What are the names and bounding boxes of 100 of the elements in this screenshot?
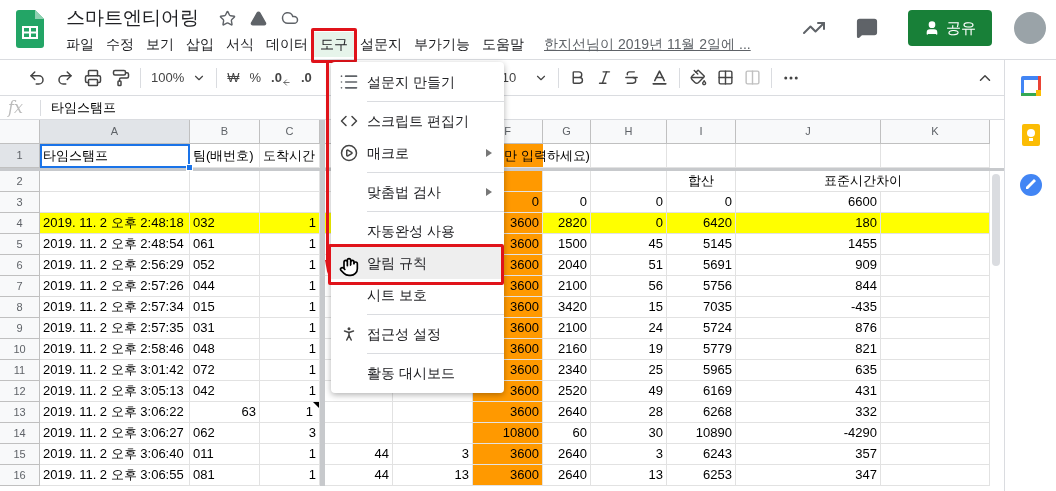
table-cell[interactable]: 10890 xyxy=(667,423,736,444)
table-cell[interactable]: 2019. 11. 2 오후 2:56:29 xyxy=(40,255,190,276)
table-cell[interactable]: 048 xyxy=(190,339,260,360)
row-header[interactable]: 13 xyxy=(0,402,40,423)
row-header[interactable]: 9 xyxy=(0,318,40,339)
table-cell[interactable]: 2100 xyxy=(543,276,591,297)
table-cell[interactable]: 032 xyxy=(190,213,260,234)
table-cell[interactable]: 876 xyxy=(736,318,881,339)
table-cell[interactable]: 5756 xyxy=(667,276,736,297)
table-cell[interactable]: 5691 xyxy=(667,255,736,276)
table-cell[interactable]: 2019. 11. 2 오후 3:06:40 xyxy=(40,444,190,465)
table-cell[interactable]: 044 xyxy=(190,276,260,297)
table-cell[interactable]: 44 xyxy=(325,444,393,465)
row-header[interactable]: 4 xyxy=(0,213,40,234)
table-cell[interactable]: 3600 xyxy=(473,465,543,486)
column-header[interactable]: J xyxy=(736,120,881,144)
percent-button[interactable]: % xyxy=(249,67,262,88)
column-header[interactable]: I xyxy=(667,120,736,144)
table-cell[interactable]: 042 xyxy=(190,381,260,402)
last-edit-link[interactable]: 한지선님이 2019년 11월 2일에 ... xyxy=(544,33,751,55)
menu-bar-item[interactable]: 수정 xyxy=(100,31,140,57)
table-cell[interactable]: 2640 xyxy=(543,465,591,486)
row-header[interactable]: 3 xyxy=(0,192,40,213)
table-cell[interactable]: 6169 xyxy=(667,381,736,402)
table-cell[interactable]: 2019. 11. 2 오후 2:57:35 xyxy=(40,318,190,339)
table-cell[interactable]: 431 xyxy=(736,381,881,402)
table-cell[interactable]: 052 xyxy=(190,255,260,276)
menu-bar-item[interactable]: 보기 xyxy=(140,31,180,57)
table-cell[interactable]: 1 xyxy=(260,465,320,486)
table-cell[interactable]: 011 xyxy=(190,444,260,465)
row-header[interactable]: 14 xyxy=(0,423,40,444)
table-cell[interactable]: 19 xyxy=(591,339,667,360)
share-button[interactable]: 공유 xyxy=(908,10,992,46)
table-cell[interactable]: 332 xyxy=(736,402,881,423)
table-cell[interactable]: 1 xyxy=(260,255,320,276)
row-header[interactable]: 1 xyxy=(0,144,40,168)
row-header[interactable]: 5 xyxy=(0,234,40,255)
table-cell[interactable]: 2019. 11. 2 오후 3:06:22 xyxy=(40,402,190,423)
table-cell[interactable]: 1 xyxy=(260,444,320,465)
table-cell[interactable]: 3420 xyxy=(543,297,591,318)
menu-item[interactable]: 알림 규칙 xyxy=(331,247,504,279)
table-cell[interactable]: 6420 xyxy=(667,213,736,234)
table-cell[interactable]: 5965 xyxy=(667,360,736,381)
menu-bar-item[interactable]: 파일 xyxy=(60,31,100,57)
menu-item[interactable]: 설문지 만들기 xyxy=(331,66,504,98)
table-cell[interactable]: 5724 xyxy=(667,318,736,339)
table-cell[interactable]: 2040 xyxy=(543,255,591,276)
table-cell[interactable]: 2019. 11. 2 오후 3:01:42 xyxy=(40,360,190,381)
row-header[interactable]: 16 xyxy=(0,465,40,486)
table-cell[interactable]: 3 xyxy=(393,444,473,465)
table-cell[interactable]: 60 xyxy=(543,423,591,444)
column-header[interactable]: B xyxy=(190,120,260,144)
table-cell[interactable]: 015 xyxy=(190,297,260,318)
table-cell[interactable]: 2340 xyxy=(543,360,591,381)
column-header[interactable]: A xyxy=(40,120,190,144)
menu-bar-item[interactable]: 도움말 xyxy=(476,31,530,57)
table-cell[interactable]: 2160 xyxy=(543,339,591,360)
table-cell[interactable]: 1 xyxy=(260,402,320,423)
table-cell[interactable]: 1 xyxy=(260,234,320,255)
menu-bar-item[interactable]: 도구 xyxy=(314,31,354,57)
table-cell[interactable]: 1 xyxy=(260,381,320,402)
column-header[interactable]: G xyxy=(543,120,591,144)
table-cell[interactable]: 63 xyxy=(190,402,260,423)
formula-value[interactable]: 타임스탬프 xyxy=(51,97,116,118)
table-cell[interactable]: 1455 xyxy=(736,234,881,255)
table-cell[interactable]: 팀(배번호) xyxy=(190,144,260,168)
table-cell[interactable]: 2520 xyxy=(543,381,591,402)
row-header[interactable]: 7 xyxy=(0,276,40,297)
menu-bar-item[interactable]: 삽입 xyxy=(180,31,220,57)
table-cell[interactable]: 1 xyxy=(260,276,320,297)
table-cell[interactable]: 821 xyxy=(736,339,881,360)
table-cell[interactable]: 031 xyxy=(190,318,260,339)
table-cell[interactable]: 0 xyxy=(591,213,667,234)
table-cell[interactable]: 2019. 11. 2 오후 2:48:18 xyxy=(40,213,190,234)
menu-bar-item[interactable]: 설문지 xyxy=(354,31,408,57)
row-header[interactable]: 8 xyxy=(0,297,40,318)
table-cell[interactable]: 1 xyxy=(260,360,320,381)
currency-button[interactable]: ₩ xyxy=(227,67,240,88)
zoom-dropdown[interactable]: 100% xyxy=(151,67,207,88)
column-header[interactable]: H xyxy=(591,120,667,144)
table-cell[interactable]: 3 xyxy=(591,444,667,465)
table-cell[interactable]: 6243 xyxy=(667,444,736,465)
table-cell[interactable]: 13 xyxy=(591,465,667,486)
table-cell[interactable]: 45 xyxy=(591,234,667,255)
table-cell[interactable]: 061 xyxy=(190,234,260,255)
table-cell[interactable]: 타임스탬프 xyxy=(40,144,190,168)
table-cell[interactable]: 2640 xyxy=(543,402,591,423)
table-cell[interactable]: 1 xyxy=(260,318,320,339)
table-cell[interactable]: 51 xyxy=(591,255,667,276)
row-header[interactable]: 6 xyxy=(0,255,40,276)
table-cell[interactable]: 3600 xyxy=(473,402,543,423)
table-cell[interactable]: 1 xyxy=(260,297,320,318)
table-cell[interactable]: 3600 xyxy=(473,444,543,465)
column-header[interactable]: C xyxy=(260,120,320,144)
table-cell[interactable]: 635 xyxy=(736,360,881,381)
table-cell[interactable]: 44 xyxy=(325,465,393,486)
table-cell[interactable]: 357 xyxy=(736,444,881,465)
table-cell[interactable]: 13 xyxy=(393,465,473,486)
table-cell[interactable]: 1500 xyxy=(543,234,591,255)
table-cell[interactable]: 1 xyxy=(260,213,320,234)
